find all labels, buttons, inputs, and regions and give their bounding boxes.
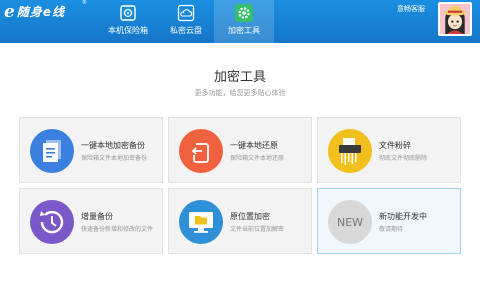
safe-icon	[120, 5, 136, 21]
logo-registered-mark: ®	[82, 0, 87, 6]
card-title: 增量备份	[81, 212, 113, 221]
logo-name: 随身e线	[16, 5, 65, 19]
tab-label: 加密工具	[228, 26, 260, 35]
document-backup-icon	[30, 129, 74, 173]
card-file-shred[interactable]: 文件粉碎 彻底文件彻底删除	[317, 117, 461, 183]
app-header: e 随身e线 ® 本机保险箱 私密云盘 加密工具 意畅客服	[0, 0, 480, 43]
monitor-folder-icon	[179, 200, 223, 244]
card-incremental-backup[interactable]: 增量备份 快速备份新增和修改的文件	[19, 188, 163, 254]
logo-mark: e	[4, 1, 15, 22]
card-description: 保险箱文件本地还原	[230, 155, 285, 162]
page-title: 加密工具	[213, 70, 266, 85]
new-badge-text: NEW	[336, 215, 364, 229]
card-description: 敬请期待	[379, 226, 404, 233]
page-subtitle: 更多功能，给您更多贴心体验	[194, 89, 286, 97]
tools-icon	[235, 4, 253, 22]
card-local-encrypted-backup[interactable]: 一键本地加密备份 保险箱文件本地加密备份	[19, 117, 163, 183]
new-badge-icon: NEW	[328, 200, 372, 244]
card-description: 彻底文件彻底删除	[379, 155, 428, 162]
tab-local-safe[interactable]: 本机保险箱	[98, 0, 158, 43]
card-description: 快速备份新增和修改的文件	[81, 226, 154, 233]
cloud-icon	[177, 4, 195, 22]
history-clock-icon	[30, 200, 74, 244]
restore-icon	[179, 129, 223, 173]
customer-service-link[interactable]: 意畅客服	[397, 5, 425, 14]
card-title: 一键本地还原	[230, 141, 278, 150]
avatar[interactable]	[438, 2, 472, 36]
card-in-place-encrypt[interactable]: 原位置加密 文件当前位置加解密	[168, 188, 312, 254]
card-local-restore[interactable]: 一键本地还原 保险箱文件本地还原	[168, 117, 312, 183]
card-title: 原位置加密	[230, 212, 270, 221]
card-title: 文件粉碎	[379, 141, 411, 150]
card-title: 一键本地加密备份	[81, 141, 145, 150]
card-description: 保险箱文件本地加密备份	[81, 155, 148, 162]
tab-label: 私密云盘	[170, 26, 202, 35]
shredder-icon	[328, 129, 372, 173]
card-title: 新功能开发中	[379, 212, 427, 221]
tab-private-cloud[interactable]: 私密云盘	[156, 0, 216, 43]
card-new-feature[interactable]: NEW 新功能开发中 敬请期待	[317, 188, 461, 254]
app-logo: e 随身e线	[4, 3, 65, 20]
card-description: 文件当前位置加解密	[230, 226, 285, 233]
tab-label: 本机保险箱	[108, 26, 148, 35]
tab-encryption-tools[interactable]: 加密工具	[214, 0, 274, 43]
